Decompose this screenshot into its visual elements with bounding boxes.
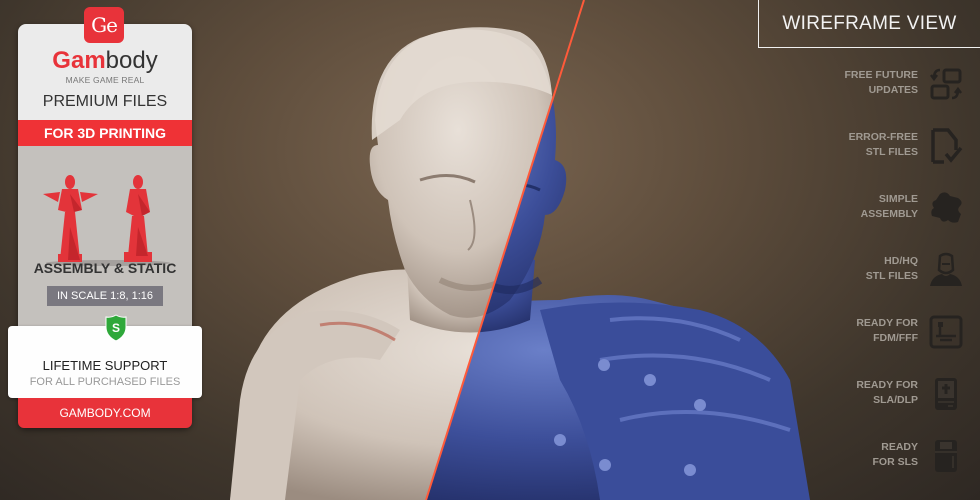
- feature-line1: READY FOR: [856, 317, 918, 329]
- premium-files-label: PREMIUM FILES: [42, 93, 168, 110]
- feature-item-hd-stl: HD/HQ STL FILES: [800, 250, 980, 294]
- feature-line1: SIMPLE: [878, 193, 918, 205]
- feature-line2: ASSEMBLY: [860, 208, 918, 220]
- for-3d-printing-banner: FOR 3D PRINTING: [18, 120, 192, 146]
- assembly-static-label: ASSEMBLY & STATIC: [33, 260, 177, 276]
- feature-item-sls: READY FOR SLS: [800, 436, 980, 480]
- shield-letter: S: [112, 321, 120, 335]
- feature-item-error-free: ERROR-FREE STL FILES: [800, 126, 980, 170]
- scale-badge: IN SCALE 1:8, 1:16: [47, 286, 163, 306]
- feature-line1: ERROR-FREE: [848, 131, 918, 143]
- brand-tagline: MAKE GAME REAL: [65, 75, 145, 85]
- shield-icon: S: [105, 314, 127, 342]
- feature-line2: STL FILES: [865, 270, 918, 282]
- feature-line2: FDM/FFF: [873, 332, 918, 344]
- feature-line1: FREE FUTURE: [844, 69, 919, 81]
- feature-line2: UPDATES: [868, 84, 918, 96]
- feature-item-fdm: READY FOR FDM/FFF: [800, 312, 980, 356]
- feature-item-updates: FREE FUTURE UPDATES: [800, 64, 980, 108]
- brand-red-part: Gam: [52, 47, 106, 74]
- feature-item-assembly: SIMPLE ASSEMBLY: [800, 188, 980, 232]
- gambody-site-link[interactable]: GAMBODY.COM: [18, 398, 192, 428]
- feature-label: FREE FUTURE UPDATES: [798, 68, 919, 98]
- brand-logo-text: Gambody: [18, 48, 192, 74]
- sls-printer-icon: [935, 440, 957, 472]
- feature-label: ERROR-FREE STL FILES: [798, 130, 918, 160]
- feature-label: SIMPLE ASSEMBLY: [798, 192, 918, 222]
- brand-dark-part: body: [105, 47, 158, 74]
- feature-line1: HD/HQ: [884, 255, 918, 267]
- purchased-files-label: FOR ALL PURCHASED FILES: [29, 376, 181, 388]
- bust-icon: [930, 252, 962, 286]
- statue-figures-icon: [43, 175, 170, 266]
- feature-line2: SLA/DLP: [873, 394, 918, 406]
- feature-line1: READY: [881, 441, 918, 453]
- wireframe-view-button[interactable]: WIREFRAME VIEW: [758, 0, 980, 48]
- lifetime-support-label: LIFETIME SUPPORT: [42, 358, 168, 373]
- promo-badge-card: Gambody MAKE GAME REAL PREMIUM FILES Ge …: [8, 7, 202, 428]
- feature-label: READY FOR SLA/DLP: [798, 378, 918, 408]
- feature-label: HD/HQ STL FILES: [798, 254, 918, 284]
- puzzle-icon: [931, 192, 962, 223]
- feature-line2: STL FILES: [865, 146, 918, 158]
- gambody-logo-icon: Ge: [84, 7, 124, 43]
- feature-line1: READY FOR: [856, 379, 918, 391]
- file-check-icon: [931, 128, 963, 164]
- feature-label: READY FOR FDM/FFF: [798, 316, 918, 346]
- feature-label: READY FOR SLS: [798, 440, 918, 470]
- update-arrows-icon: [930, 68, 962, 100]
- sla-printer-icon: [935, 378, 957, 410]
- fdm-printer-icon: [929, 315, 963, 349]
- feature-line2: FOR SLS: [872, 456, 918, 468]
- feature-item-sla: READY FOR SLA/DLP: [800, 374, 980, 418]
